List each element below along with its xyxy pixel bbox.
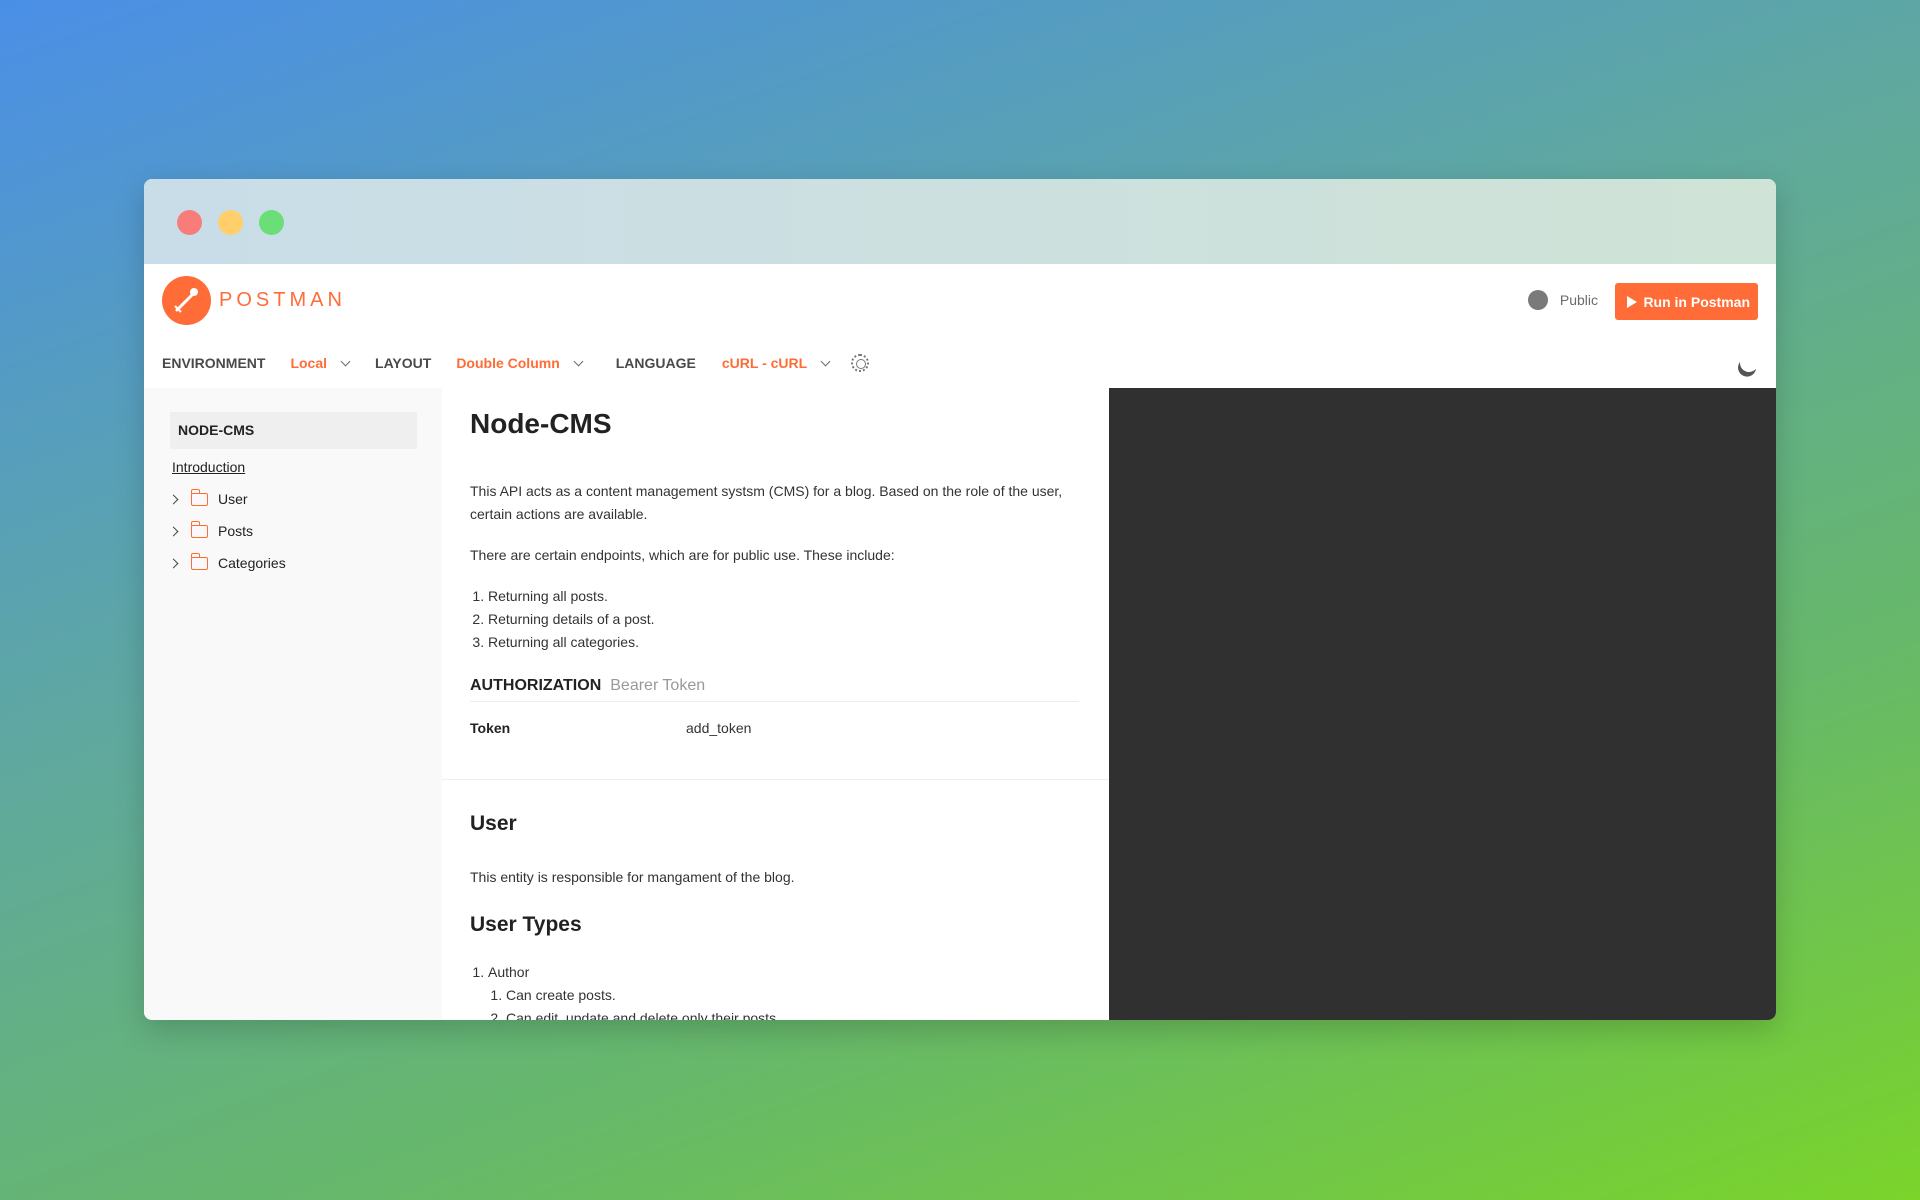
environment-label: ENVIRONMENT	[162, 355, 266, 371]
authorization-header: AUTHORIZATION Bearer Token	[470, 677, 1079, 702]
authorization-title: AUTHORIZATION	[470, 677, 602, 694]
maximize-window-button[interactable]	[259, 210, 284, 235]
chevron-down-icon	[573, 356, 584, 366]
list-item: Returning details of a post.	[488, 608, 1079, 631]
postman-rocket-icon	[162, 276, 211, 325]
sidebar-item-user[interactable]: User	[168, 483, 417, 515]
minimize-window-button[interactable]	[218, 210, 243, 235]
user-type-abilities: Can create posts. Can edit, update and d…	[488, 984, 1079, 1020]
token-key: Token	[470, 720, 511, 736]
sidebar-item-label: User	[218, 491, 248, 507]
chevron-down-icon	[340, 356, 351, 366]
authorization-token-row: Token add_token	[470, 720, 1079, 736]
code-examples-panel	[1109, 388, 1776, 1020]
doc-content: NODE-CMS Introduction User Posts Categor…	[144, 388, 1776, 1020]
layout-label: LAYOUT	[375, 355, 432, 371]
documentation-panel: Node-CMS This API acts as a content mana…	[442, 388, 1109, 1020]
list-item: Returning all categories.	[488, 631, 1079, 654]
list-item: Can edit, update and delete only their p…	[506, 1007, 1079, 1020]
language-select[interactable]: cURL - cURL	[721, 355, 831, 371]
visibility-indicator: Public	[1527, 290, 1598, 310]
chevron-right-icon	[168, 526, 179, 536]
collection-overview: Node-CMS This API acts as a content mana…	[442, 388, 1109, 780]
sidebar-item-label: Posts	[218, 523, 254, 539]
list-item: Author Can create posts. Can edit, updat…	[488, 961, 1079, 1020]
authorization-type: Bearer Token	[610, 677, 706, 694]
folder-icon	[190, 488, 208, 506]
globe-icon	[1527, 290, 1548, 310]
doc-toolbar: ENVIRONMENT Local LAYOUT Double Column L…	[144, 338, 1776, 388]
top-bar: POSTMAN Public Run in Postman	[144, 264, 1776, 338]
folder-icon	[190, 520, 208, 538]
list-item: Can create posts.	[506, 984, 1079, 1007]
sidebar-item-introduction[interactable]: Introduction	[170, 459, 417, 475]
folder-icon	[190, 552, 208, 570]
token-value: add_token	[686, 720, 752, 736]
postman-logo[interactable]: POSTMAN	[162, 276, 346, 325]
user-folder-section: User This entity is responsible for mang…	[442, 780, 1109, 1020]
user-section-description: This entity is responsible for mangament…	[470, 869, 795, 885]
layout-value: Double Column	[456, 355, 560, 371]
collection-description: This API acts as a content management sy…	[470, 483, 1063, 522]
page-title: Node-CMS	[470, 408, 612, 439]
language-value: cURL - cURL	[721, 355, 808, 371]
visibility-label: Public	[1559, 292, 1598, 308]
sidebar-item-categories[interactable]: Categories	[168, 547, 417, 579]
user-type-name: Author	[488, 964, 530, 980]
window-titlebar	[144, 179, 1776, 264]
settings-gear-icon[interactable]	[851, 354, 870, 372]
chevron-right-icon	[168, 558, 179, 568]
public-endpoints-list: Returning all posts. Returning details o…	[470, 585, 1079, 654]
close-window-button[interactable]	[177, 210, 202, 235]
chevron-down-icon	[820, 356, 831, 366]
run-in-postman-button[interactable]: Run in Postman	[1615, 283, 1758, 320]
language-label: LANGUAGE	[615, 355, 696, 371]
play-icon	[1627, 295, 1638, 308]
run-button-label: Run in Postman	[1643, 293, 1750, 310]
public-endpoints-intro: There are certain endpoints, which are f…	[470, 547, 895, 563]
user-types-title: User Types	[470, 913, 582, 936]
environment-select[interactable]: Local	[290, 355, 351, 371]
sidebar-collection-title[interactable]: NODE-CMS	[170, 412, 417, 449]
layout-select[interactable]: Double Column	[456, 355, 584, 371]
sidebar-item-posts[interactable]: Posts	[168, 515, 417, 547]
dark-mode-moon-icon[interactable]	[1737, 351, 1762, 376]
sidebar: NODE-CMS Introduction User Posts Categor…	[144, 388, 442, 1020]
user-types-list: Author Can create posts. Can edit, updat…	[470, 961, 1079, 1020]
list-item: Returning all posts.	[488, 585, 1079, 608]
brand-name: POSTMAN	[219, 289, 346, 311]
environment-value: Local	[290, 355, 328, 371]
browser-window: POSTMAN Public Run in Postman ENVIRONMEN…	[144, 179, 1776, 1020]
chevron-right-icon	[168, 494, 179, 504]
sidebar-item-label: Categories	[218, 555, 286, 571]
user-section-title: User	[470, 812, 517, 835]
